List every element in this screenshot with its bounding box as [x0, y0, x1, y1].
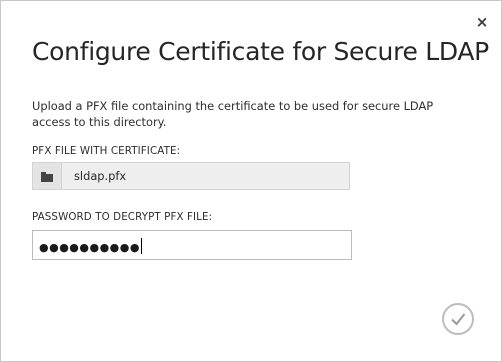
checkmark-icon	[451, 313, 466, 326]
close-icon[interactable]: ×	[475, 14, 489, 30]
password-input[interactable]: ●●●●●●●●●●	[32, 230, 352, 260]
password-mask: ●●●●●●●●●●	[39, 238, 142, 254]
text-caret	[140, 238, 142, 254]
password-dots: ●●●●●●●●●●	[39, 241, 140, 254]
configure-certificate-dialog: × Configure Certificate for Secure LDAP …	[0, 0, 502, 362]
pfx-file-name: sldap.pfx	[74, 169, 127, 183]
pfx-file-label: PFX FILE WITH CERTIFICATE:	[32, 145, 181, 157]
dialog-title: Configure Certificate for Secure LDAP	[32, 37, 489, 66]
browse-file-button[interactable]	[33, 163, 62, 189]
pfx-file-field[interactable]: sldap.pfx	[32, 162, 350, 190]
password-label: PASSWORD TO DECRYPT PFX FILE:	[32, 211, 213, 223]
dialog-description: Upload a PFX file containing the certifi…	[32, 99, 434, 129]
ok-button[interactable]	[442, 303, 474, 335]
